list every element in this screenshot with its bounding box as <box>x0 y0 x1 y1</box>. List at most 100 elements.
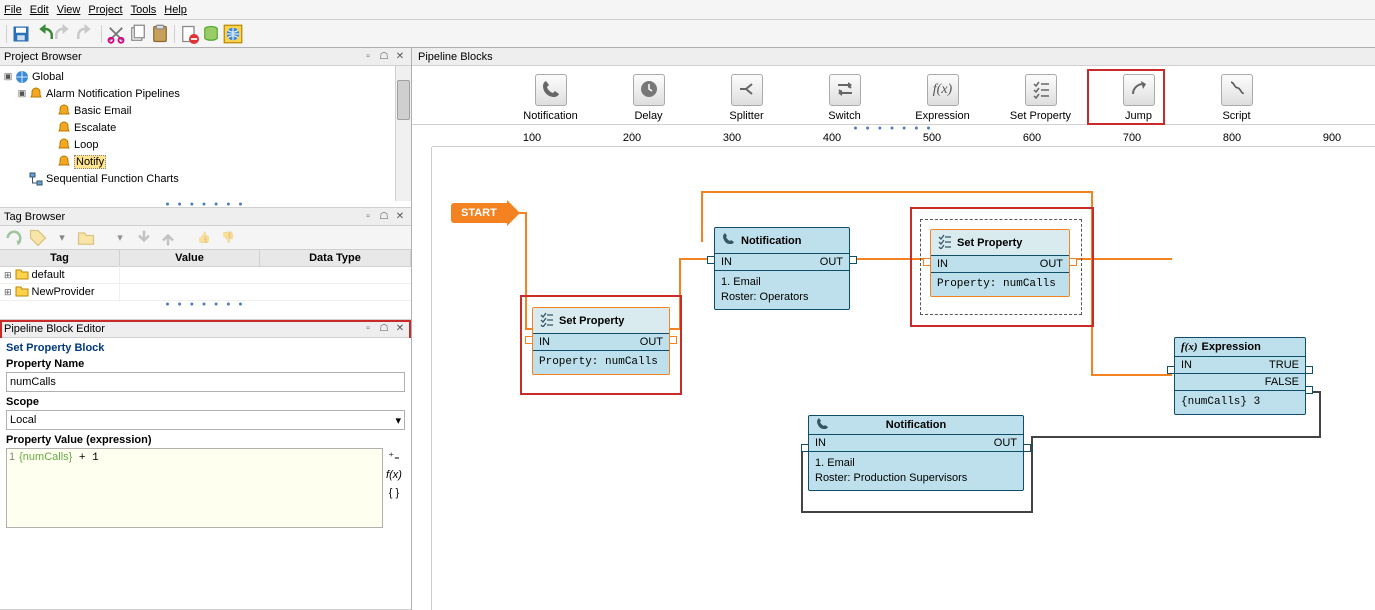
menubar: File Edit View Project Tools Help <box>0 0 1375 20</box>
palette-jump[interactable]: Jump <box>1104 74 1174 122</box>
scope-select[interactable]: Local ▾ <box>6 410 405 430</box>
property-value-label: Property Value (expression) <box>6 434 405 446</box>
menu-tools[interactable]: Tools <box>131 4 157 16</box>
redo-button-2[interactable] <box>77 24 97 44</box>
import-icon[interactable] <box>134 228 154 248</box>
palette-script[interactable]: Script <box>1202 74 1272 122</box>
scope-label: Scope <box>6 396 405 408</box>
expr-help-braces-icon[interactable]: { } <box>389 487 399 499</box>
block-editor-panel: Pipeline Block Editor ▫ ☖ ✕ Set Property… <box>0 320 411 610</box>
save-button[interactable] <box>11 24 31 44</box>
undo-button[interactable] <box>33 24 53 44</box>
tag-row[interactable]: ⊞default <box>0 267 411 284</box>
expr-help-fx-icon[interactable]: f(x) <box>386 469 402 481</box>
globe-button[interactable] <box>223 24 243 44</box>
panel-pin-button[interactable]: ☖ <box>377 322 391 336</box>
panel-pin-button[interactable]: ☖ <box>377 210 391 224</box>
palette-delay[interactable]: Delay <box>614 74 684 122</box>
panel-float-button[interactable]: ▫ <box>361 322 375 336</box>
col-tag[interactable]: Tag <box>0 250 120 266</box>
phone-icon <box>815 416 831 435</box>
menu-help[interactable]: Help <box>164 4 187 16</box>
col-datatype[interactable]: Data Type <box>260 250 411 266</box>
redo-button[interactable] <box>55 24 75 44</box>
phone-icon <box>721 231 737 250</box>
toolbar-separator <box>174 25 175 43</box>
phone-icon <box>541 79 561 102</box>
bell-icon <box>56 154 72 170</box>
thumbs-down-icon[interactable]: 👎 <box>218 228 238 248</box>
block-set-property-1[interactable]: Set Property INOUT Property: numCalls <box>532 307 670 375</box>
tree-node-pipeline[interactable]: Basic Email <box>74 105 131 117</box>
export-icon[interactable] <box>158 228 178 248</box>
folder-icon <box>14 283 30 302</box>
panel-title: Tag Browser <box>4 211 359 223</box>
panel-close-button[interactable]: ✕ <box>393 322 407 336</box>
panel-close-button[interactable]: ✕ <box>393 50 407 64</box>
block-palette: Notification Delay Splitter Switch f(x) … <box>412 66 1375 125</box>
horizontal-ruler: 100 200 300 400 500 600 700 800 900 <box>432 131 1375 147</box>
globe-icon <box>14 69 30 85</box>
folder-icon[interactable] <box>76 228 96 248</box>
toolbar-separator <box>6 25 7 43</box>
palette-set-property[interactable]: Set Property <box>1006 74 1076 122</box>
paste-button[interactable] <box>150 24 170 44</box>
start-block[interactable]: START <box>451 200 520 226</box>
expr-help-equals-icon[interactable]: ⁺₌ <box>388 450 400 463</box>
refresh-icon[interactable] <box>4 228 24 248</box>
db-button[interactable] <box>201 24 221 44</box>
tree-node-pipelines-folder[interactable]: Alarm Notification Pipelines <box>46 88 180 100</box>
tag-row[interactable]: ⊞NewProvider <box>0 284 411 301</box>
list-check-icon <box>937 233 953 252</box>
block-expression[interactable]: f(x)Expression INTRUE FALSE {numCalls} 3 <box>1174 337 1306 415</box>
menu-file[interactable]: File <box>4 4 22 16</box>
expression-textarea[interactable]: 1{numCalls} + 1 <box>6 448 383 528</box>
thumbs-up-icon[interactable]: 👍 <box>194 228 214 248</box>
panel-pin-button[interactable]: ☖ <box>377 50 391 64</box>
delete-button[interactable] <box>179 24 199 44</box>
palette-notification[interactable]: Notification <box>516 74 586 122</box>
panel-drag-handle[interactable]: ● ● ● ● ● ● ● <box>0 201 411 207</box>
col-value[interactable]: Value <box>120 250 260 266</box>
bell-icon <box>56 103 72 119</box>
opc-icon[interactable]: ▾ <box>110 228 130 248</box>
main-toolbar <box>0 20 1375 48</box>
tree-node-pipeline-selected[interactable]: Notify <box>74 155 106 169</box>
tree-node-pipeline[interactable]: Escalate <box>74 122 116 134</box>
jump-icon <box>1129 79 1149 102</box>
tag-icon[interactable] <box>28 228 48 248</box>
bell-icon <box>56 137 72 153</box>
menu-project[interactable]: Project <box>88 4 122 16</box>
panel-float-button[interactable]: ▫ <box>361 50 375 64</box>
property-name-input[interactable] <box>6 372 405 392</box>
canvas-title: Pipeline Blocks <box>418 51 493 63</box>
palette-splitter[interactable]: Splitter <box>712 74 782 122</box>
panel-float-button[interactable]: ▫ <box>361 210 375 224</box>
panel-close-button[interactable]: ✕ <box>393 210 407 224</box>
block-notification-2[interactable]: Notification INOUT 1. EmailRoster: Produ… <box>808 415 1024 491</box>
menu-edit[interactable]: Edit <box>30 4 49 16</box>
tree-node-sfc[interactable]: Sequential Function Charts <box>46 173 179 185</box>
block-set-property-2[interactable]: Set Property INOUT Property: numCalls <box>930 229 1070 297</box>
copy-button[interactable] <box>128 24 148 44</box>
split-icon <box>737 79 757 102</box>
panel-title: Pipeline Block Editor <box>4 323 359 335</box>
block-notification-1[interactable]: Notification INOUT 1. EmailRoster: Opera… <box>714 227 850 310</box>
palette-switch[interactable]: Switch <box>810 74 880 122</box>
tree-scrollbar[interactable] <box>395 66 411 201</box>
switch-icon <box>835 79 855 102</box>
tag-table: Tag Value Data Type ⊞default ⊞NewProvide… <box>0 250 411 301</box>
bell-icon <box>28 86 44 102</box>
menu-view[interactable]: View <box>57 4 81 16</box>
pipeline-canvas[interactable]: 100 200 300 400 500 600 700 800 900 <box>412 131 1375 610</box>
palette-expression[interactable]: f(x) Expression <box>908 74 978 122</box>
tree-node-global[interactable]: Global <box>32 71 64 83</box>
project-tree[interactable]: ▣Global ▣Alarm Notification Pipelines Ba… <box>0 66 411 201</box>
block-type-title: Set Property Block <box>6 342 405 354</box>
panel-drag-handle[interactable]: ● ● ● ● ● ● ● <box>0 301 411 307</box>
tree-node-pipeline[interactable]: Loop <box>74 139 98 151</box>
cut-button[interactable] <box>106 24 126 44</box>
vertical-ruler <box>412 147 432 610</box>
add-tag-icon[interactable]: ▾ <box>52 228 72 248</box>
bell-icon <box>56 120 72 136</box>
